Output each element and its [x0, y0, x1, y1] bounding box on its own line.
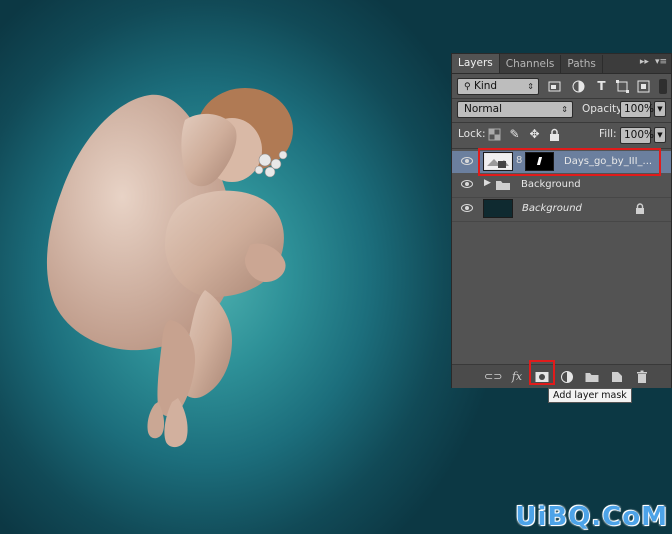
- blend-mode-dropdown[interactable]: Normal ⇕: [457, 101, 573, 118]
- blend-mode-label: Normal: [464, 103, 502, 115]
- expand-group-triangle-icon[interactable]: ▶: [484, 178, 491, 188]
- lock-row: Lock: ✎ ✥ Fill: 100% ▼: [452, 124, 671, 146]
- selected-layer-highlight-box: [478, 148, 661, 176]
- filter-kind-label: Kind: [473, 80, 498, 92]
- filter-smart-objects-icon[interactable]: [636, 79, 651, 94]
- folder-icon: [496, 181, 510, 190]
- layers-panel: Layers Channels Paths ▸▸ ▾≡ ⚲ Kind ⇕ T N…: [451, 53, 672, 388]
- add-mask-button-highlight-box: [529, 360, 555, 385]
- new-fill-adjustment-layer-icon[interactable]: [559, 369, 575, 385]
- updown-arrows-icon: ⇕: [527, 82, 534, 91]
- new-layer-icon[interactable]: [609, 369, 625, 385]
- delete-layer-trash-icon[interactable]: [634, 369, 650, 385]
- layers-bottom-toolbar: ⊂⊃ fx: [452, 364, 671, 388]
- filter-kind-dropdown[interactable]: ⚲ Kind ⇕: [457, 78, 539, 95]
- search-icon: ⚲: [464, 82, 471, 92]
- layer-thumbnail: [483, 199, 513, 218]
- visibility-eye-icon[interactable]: [461, 155, 473, 167]
- filter-pixel-layers-icon[interactable]: [547, 79, 562, 94]
- layer-locked-icon: [636, 203, 644, 214]
- opacity-label: Opacity:: [582, 103, 626, 115]
- layer-style-fx-icon[interactable]: fx: [509, 369, 525, 385]
- fill-field[interactable]: 100%: [620, 127, 654, 144]
- lock-position-icon[interactable]: ✥: [527, 127, 542, 142]
- panel-tabs: Layers Channels Paths ▸▸ ▾≡: [452, 54, 671, 74]
- opacity-dropdown-button[interactable]: ▼: [654, 101, 666, 117]
- panel-menu-icon[interactable]: ▾≡: [655, 57, 667, 67]
- layer-row-background-group[interactable]: ▶ Background: [452, 174, 671, 196]
- visibility-eye-icon[interactable]: [461, 202, 473, 214]
- fill-label: Fill:: [599, 128, 617, 140]
- site-watermark: UiBQ.CoM: [515, 502, 668, 532]
- fill-dropdown-button[interactable]: ▼: [654, 127, 666, 143]
- lock-all-icon[interactable]: [547, 127, 562, 142]
- filter-shape-layers-icon[interactable]: [615, 79, 630, 94]
- lock-label: Lock:: [458, 128, 486, 140]
- filter-row: ⚲ Kind ⇕ T: [452, 76, 671, 96]
- tab-paths[interactable]: Paths: [561, 55, 603, 73]
- tab-layers[interactable]: Layers: [452, 54, 500, 73]
- tab-channels[interactable]: Channels: [500, 55, 562, 73]
- blend-row: Normal ⇕ Opacity: 100% ▼: [452, 100, 671, 120]
- collapse-panel-icon[interactable]: ▸▸: [640, 57, 649, 67]
- opacity-field[interactable]: 100%: [620, 101, 654, 118]
- layer-row-background[interactable]: Background: [452, 198, 671, 220]
- lock-image-pixels-icon[interactable]: ✎: [507, 127, 522, 142]
- canvas-photo-figure: [46, 88, 293, 448]
- layer-name[interactable]: Background: [521, 179, 581, 190]
- visibility-eye-icon[interactable]: [461, 178, 473, 190]
- filter-toggle-switch[interactable]: [659, 79, 667, 94]
- layer-name[interactable]: Background: [522, 203, 582, 214]
- add-layer-mask-tooltip: Add layer mask: [548, 388, 632, 403]
- link-layers-icon[interactable]: ⊂⊃: [484, 369, 502, 385]
- lock-transparent-pixels-icon[interactable]: [487, 127, 502, 142]
- filter-type-layers-icon[interactable]: T: [594, 79, 609, 94]
- filter-adjustment-layers-icon[interactable]: [571, 79, 586, 94]
- updown-arrows-icon: ⇕: [561, 105, 568, 114]
- new-group-folder-icon[interactable]: [584, 369, 600, 385]
